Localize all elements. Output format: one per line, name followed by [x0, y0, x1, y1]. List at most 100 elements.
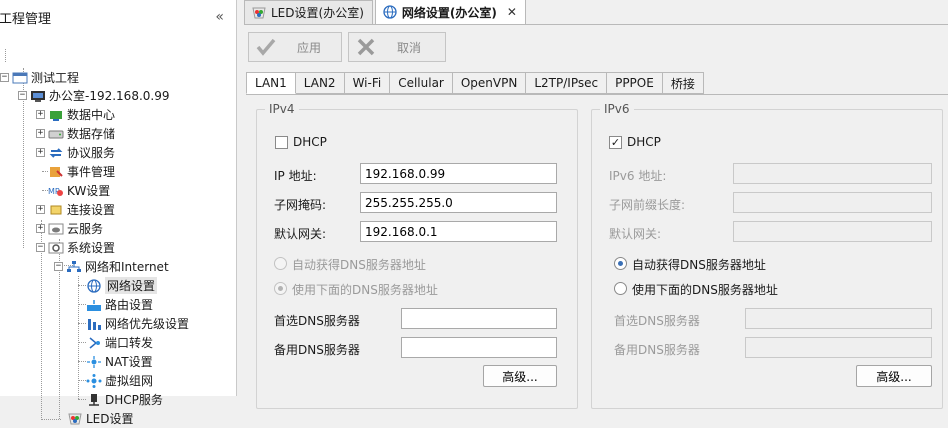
ipv4-legend: IPv4	[265, 102, 299, 116]
expand-toggle[interactable]: +	[36, 148, 45, 157]
tree-item-protocol[interactable]: + 协议服务	[36, 143, 115, 162]
ipv4-ip-label: IP 地址:	[274, 169, 317, 183]
tree-item-led[interactable]: LED设置	[67, 409, 134, 428]
tab-network-settings[interactable]: 网络设置(办公室) ✕	[374, 0, 526, 24]
interface-tabs: LAN1 LAN2 Wi-Fi Cellular OpenVPN L2TP/IP…	[246, 72, 704, 94]
tree-item-data-center[interactable]: + 数据中心	[36, 105, 115, 124]
network-tree-icon	[66, 260, 82, 274]
ipv4-auto-dns-radio[interactable]	[274, 257, 287, 270]
ipv6-alternate-dns-input[interactable]	[745, 337, 932, 358]
system-icon	[48, 241, 64, 255]
close-tab-button[interactable]: ✕	[507, 5, 517, 19]
tab-openvpn[interactable]: OpenVPN	[452, 72, 527, 94]
ipv4-gateway-label: 默认网关:	[274, 227, 327, 241]
lan1-panel: IPv4 DHCP IP 地址: 子网掩码: 默认网关: 自动获得DNS服务器地…	[246, 94, 948, 409]
tree-item-label: NAT设置	[105, 355, 153, 369]
toolbar: 应用 取消	[248, 32, 446, 62]
apply-button[interactable]: 应用	[248, 32, 342, 62]
port-forward-icon	[86, 336, 102, 350]
globe-icon	[86, 278, 102, 293]
tree-item-label: 数据存储	[67, 127, 116, 141]
tree-item-kw[interactable]: MP KW设置	[48, 181, 110, 200]
tree-item-system[interactable]: − 系统设置	[36, 238, 115, 257]
tree-item-nat[interactable]: NAT设置	[86, 352, 153, 371]
ipv6-manual-dns-label: 使用下面的DNS服务器地址	[632, 283, 778, 297]
tab-lan2[interactable]: LAN2	[295, 72, 345, 94]
ipv6-manual-dns-radio[interactable]	[614, 282, 627, 295]
document-tabs: LED设置(办公室) 网络设置(办公室) ✕	[244, 0, 528, 24]
tree-item-label: 端口转发	[105, 336, 154, 350]
cancel-label: 取消	[397, 40, 422, 55]
ipv4-mask-input[interactable]	[360, 192, 557, 213]
tab-l2tp-ipsec[interactable]: L2TP/IPsec	[526, 72, 608, 94]
tree-item-data-storage[interactable]: + 数据存储	[36, 124, 115, 143]
tree-item-network-internet[interactable]: − 网络和Internet	[54, 257, 169, 276]
tree-item-label: KW设置	[67, 184, 111, 198]
tab-led-settings[interactable]: LED设置(办公室)	[244, 0, 373, 24]
ipv4-alternate-dns-label: 备用DNS服务器	[274, 343, 360, 357]
storage-icon	[48, 127, 64, 141]
ipv6-auto-dns-radio[interactable]	[614, 257, 627, 270]
led-icon	[251, 6, 267, 20]
tree-item-network-settings[interactable]: 网络设置	[86, 276, 158, 295]
tree-item-label: 网络和Internet	[85, 260, 169, 274]
ipv4-preferred-dns-input[interactable]	[401, 308, 557, 329]
tree-item-connection[interactable]: + 连接设置	[36, 200, 115, 219]
tree-item-port-forward[interactable]: 端口转发	[86, 333, 153, 352]
dhcp-icon	[86, 393, 102, 407]
ipv6-alternate-dns-label: 备用DNS服务器	[614, 343, 700, 357]
tab-cellular[interactable]: Cellular	[390, 72, 453, 94]
tree-item-label: 网络优先级设置	[105, 317, 190, 331]
sidebar-title: 工程管理	[0, 11, 52, 27]
tree-item-virtual-network[interactable]: 虚拟组网	[86, 371, 153, 390]
tree-item-dhcp[interactable]: DHCP服务	[86, 390, 163, 409]
tree-item-label: 虚拟组网	[105, 374, 154, 388]
ipv6-legend: IPv6	[600, 102, 634, 116]
tree-item-device[interactable]: − 办公室-192.168.0.99	[18, 86, 170, 105]
expand-toggle[interactable]: +	[36, 110, 45, 119]
sidebar-header: 工程管理 «	[0, 0, 236, 34]
ipv4-preferred-dns-label: 首选DNS服务器	[274, 314, 360, 328]
expand-toggle[interactable]: +	[36, 205, 45, 214]
tree-item-project[interactable]: − 测试工程	[0, 68, 79, 87]
tab-lan1[interactable]: LAN1	[246, 72, 296, 94]
collapse-toggle[interactable]: −	[0, 73, 9, 82]
ipv4-dhcp-checkbox[interactable]	[275, 136, 288, 149]
ipv6-advanced-button[interactable]: 高级...	[856, 365, 932, 387]
tree-item-event[interactable]: 事件管理	[48, 162, 115, 181]
ipv4-ip-input[interactable]	[360, 163, 557, 184]
ipv6-prefix-label: 子网前缀长度:	[609, 198, 686, 212]
tree-item-label: 协议服务	[67, 146, 116, 160]
ipv6-prefix-input[interactable]	[733, 192, 932, 213]
collapse-toggle[interactable]: −	[36, 243, 45, 252]
ipv6-auto-dns-label: 自动获得DNS服务器地址	[632, 258, 766, 272]
ipv4-alternate-dns-input[interactable]	[401, 337, 557, 358]
tree-item-cloud[interactable]: + 云服务	[36, 219, 103, 238]
ipv6-dhcp-checkbox[interactable]: ✓	[609, 136, 622, 149]
ipv6-ip-input[interactable]	[733, 163, 932, 184]
collapse-toggle[interactable]: −	[54, 262, 63, 271]
ipv6-gateway-input[interactable]	[733, 221, 932, 242]
tree-item-routing[interactable]: 路由设置	[86, 295, 153, 314]
ipv4-manual-dns-radio[interactable]	[274, 282, 287, 295]
ipv6-preferred-dns-input[interactable]	[745, 308, 932, 329]
router-icon	[86, 298, 102, 312]
tab-label: 网络设置(办公室)	[401, 5, 497, 20]
ipv4-advanced-button[interactable]: 高级...	[483, 365, 557, 387]
ipv4-auto-dns-label: 自动获得DNS服务器地址	[292, 258, 426, 272]
tab-wifi[interactable]: Wi-Fi	[344, 72, 391, 94]
tab-bridge[interactable]: 桥接	[662, 72, 704, 94]
led-icon	[67, 412, 83, 426]
cancel-button[interactable]: 取消	[348, 32, 446, 62]
collapse-sidebar-button[interactable]: «	[211, 9, 228, 25]
expand-toggle[interactable]: +	[36, 129, 45, 138]
ipv4-manual-dns-label: 使用下面的DNS服务器地址	[292, 283, 438, 297]
tab-pppoe[interactable]: PPPOE	[607, 72, 663, 94]
tree-item-network-priority[interactable]: 网络优先级设置	[86, 314, 189, 333]
expand-toggle[interactable]: +	[36, 224, 45, 233]
nat-icon	[86, 355, 102, 369]
tree-item-label: 数据中心	[67, 108, 116, 122]
protocol-icon	[48, 146, 64, 160]
collapse-toggle[interactable]: −	[18, 91, 27, 100]
ipv4-gateway-input[interactable]	[360, 221, 557, 242]
